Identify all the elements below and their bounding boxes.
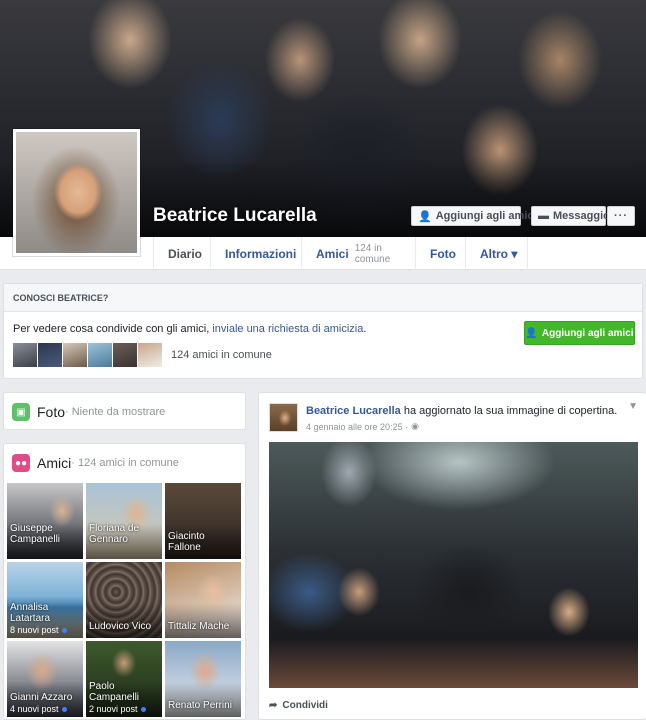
- post-cover-photo[interactable]: [269, 442, 638, 688]
- friends-meta: · 124 amici in comune: [71, 457, 179, 469]
- friend-tile[interactable]: Giacinto Fallone: [165, 483, 241, 559]
- friends-icon: ●●: [12, 454, 30, 472]
- post-date[interactable]: 4 gennaio alle ore 20:25 · ◉: [306, 421, 419, 432]
- know-header: CONOSCI BEATRICE?: [4, 284, 642, 312]
- message-icon: ▬: [538, 210, 549, 222]
- friend-tile[interactable]: Ludovico Vico: [86, 562, 162, 638]
- photos-icon: ▣: [12, 403, 30, 421]
- friend-request-link[interactable]: inviale una richiesta di amicizia: [212, 323, 363, 335]
- friend-tile[interactable]: Paolo Campanelli 2 nuovi post: [86, 641, 162, 717]
- more-options-button[interactable]: ···: [607, 206, 635, 226]
- timeline-post: Beatrice Lucarella ha aggiornato la sua …: [258, 392, 646, 720]
- friend-tile[interactable]: Tittaliz Mache: [165, 562, 241, 638]
- share-button[interactable]: ➦ Condividi: [269, 700, 328, 711]
- friend-tile[interactable]: Annalisa Latartara 8 nuovi post: [7, 562, 83, 638]
- chevron-down-icon[interactable]: ▼: [628, 401, 638, 412]
- add-friend-green-button[interactable]: 👤 Aggiungi agli amici: [524, 321, 635, 345]
- message-label: Messaggio: [553, 210, 610, 222]
- mutual-friend-thumb[interactable]: [138, 343, 162, 367]
- friends-grid: Giuseppe Campanelli Floriana de Gennaro …: [7, 483, 241, 717]
- tab-diario[interactable]: Diario: [153, 237, 210, 270]
- friend-tile[interactable]: Giuseppe Campanelli: [7, 483, 83, 559]
- know-beatrice-box: CONOSCI BEATRICE? Per vedere cosa condiv…: [3, 283, 643, 379]
- friends-title[interactable]: Amici: [37, 455, 71, 471]
- friends-card: ●● Amici · 124 amici in comune Giuseppe …: [3, 443, 246, 720]
- mutual-friends-thumbs: [13, 343, 162, 367]
- add-friend-button[interactable]: 👤 Aggiungi agli amici: [411, 206, 537, 226]
- new-posts-dot: [61, 627, 67, 633]
- tab-foto[interactable]: Foto: [415, 237, 465, 270]
- photos-title[interactable]: Foto: [37, 404, 65, 420]
- friend-tile[interactable]: Renato Perrini: [165, 641, 241, 717]
- mutual-friend-thumb[interactable]: [113, 343, 137, 367]
- mutual-friend-thumb[interactable]: [88, 343, 112, 367]
- add-friend-icon: 👤: [418, 210, 432, 223]
- tab-informazioni[interactable]: Informazioni: [210, 237, 301, 270]
- photos-meta: · Niente da mostrare: [65, 406, 166, 418]
- friend-tile[interactable]: Gianni Azzaro 4 nuovi post: [7, 641, 83, 717]
- post-author[interactable]: Beatrice Lucarella: [306, 405, 401, 417]
- new-posts-dot: [61, 706, 67, 712]
- post-avatar[interactable]: [269, 403, 298, 432]
- message-button[interactable]: ▬ Messaggio: [531, 206, 610, 226]
- mutual-friend-thumb[interactable]: [13, 343, 37, 367]
- photos-card: ▣ Foto · Niente da mostrare: [3, 392, 246, 430]
- new-posts-dot: [140, 706, 146, 712]
- tab-amici-count: 124 in comune: [354, 242, 391, 265]
- profile-name[interactable]: Beatrice Lucarella: [153, 205, 317, 227]
- post-header: Beatrice Lucarella ha aggiornato la sua …: [306, 405, 618, 417]
- globe-icon: ◉: [411, 421, 419, 431]
- know-text: Per vedere cosa condivide con gli amici,…: [13, 323, 367, 335]
- mutual-friend-thumb[interactable]: [63, 343, 87, 367]
- friend-tile[interactable]: Floriana de Gennaro: [86, 483, 162, 559]
- mutual-friend-thumb[interactable]: [38, 343, 62, 367]
- add-friend-icon: 👤: [525, 327, 538, 339]
- add-friend-label: Aggiungi agli amici: [435, 210, 537, 222]
- tab-altro[interactable]: Altro ▾: [465, 237, 528, 270]
- share-icon: ➦: [269, 700, 278, 711]
- tab-amici[interactable]: Amici 124 in comune: [301, 237, 415, 270]
- mutual-friends-count[interactable]: 124 amici in comune: [171, 349, 272, 361]
- profile-picture[interactable]: [13, 129, 140, 256]
